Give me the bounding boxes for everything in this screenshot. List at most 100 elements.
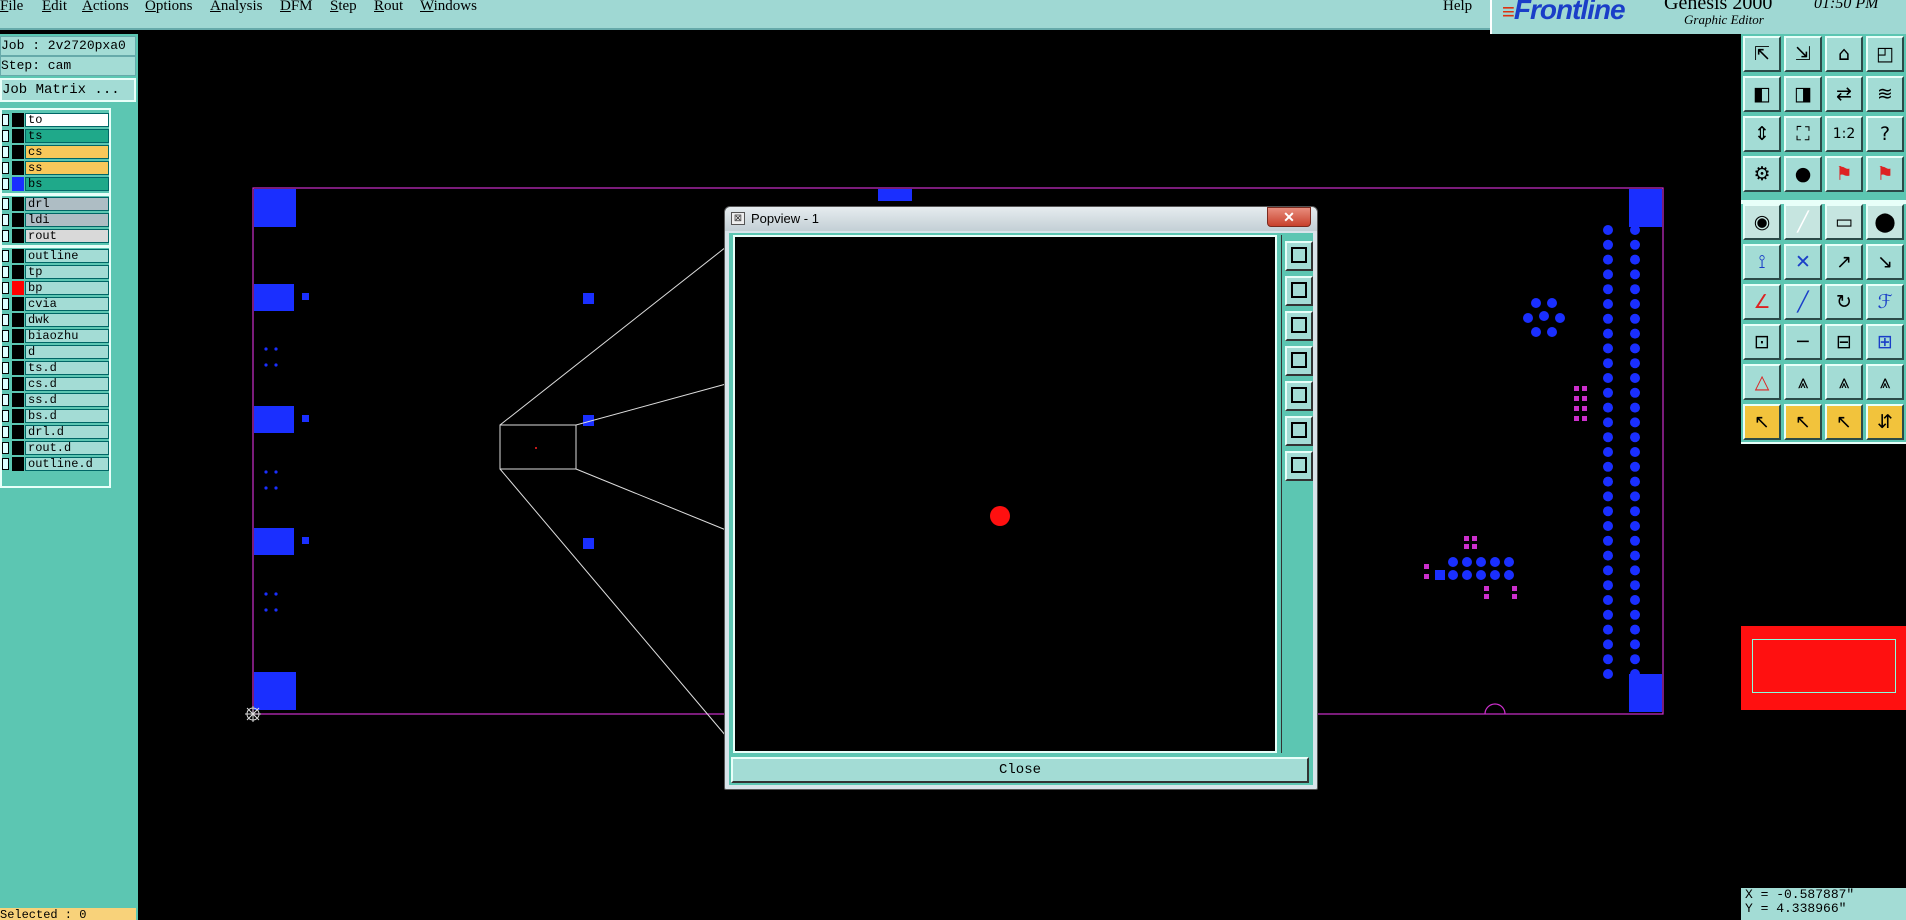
layer-name[interactable]: ss bbox=[25, 161, 109, 175]
menu-analysis[interactable]: Analysis bbox=[210, 0, 263, 14]
slash-button[interactable]: ╱ bbox=[1784, 284, 1822, 320]
layer-name[interactable]: ldi bbox=[25, 213, 109, 227]
zoom-in-button[interactable]: ⇲ bbox=[1784, 36, 1822, 72]
layer-checkbox[interactable] bbox=[2, 282, 9, 294]
close-icon[interactable]: ✕ bbox=[1267, 207, 1311, 227]
layer-name[interactable]: bs.d bbox=[25, 409, 109, 423]
snap-button[interactable]: ≋ bbox=[1866, 76, 1904, 112]
ratio-button[interactable]: 1:2 bbox=[1825, 116, 1863, 152]
menu-windows[interactable]: Windows bbox=[420, 0, 477, 14]
layer-name[interactable]: bs bbox=[25, 177, 109, 191]
layer-checkbox[interactable] bbox=[2, 346, 9, 358]
layer-name[interactable]: biaozhu bbox=[25, 329, 109, 343]
layer-row[interactable]: drl.d bbox=[2, 424, 110, 440]
layer-checkbox[interactable] bbox=[2, 230, 9, 242]
layer-row[interactable]: cs bbox=[2, 144, 110, 160]
pan-right-icon[interactable] bbox=[1285, 381, 1313, 411]
fit-all-icon[interactable] bbox=[1285, 416, 1313, 446]
layer-name[interactable]: d bbox=[25, 345, 109, 359]
zoom-out-icon[interactable] bbox=[1285, 311, 1313, 341]
pad-button[interactable]: ◉ bbox=[1743, 204, 1781, 240]
triangle-button[interactable]: △ bbox=[1743, 364, 1781, 400]
circle-button[interactable]: ⬤ bbox=[1866, 204, 1904, 240]
layer-row[interactable]: d bbox=[2, 344, 110, 360]
layer-name[interactable]: ts bbox=[25, 129, 109, 143]
layer-name[interactable]: outline.d bbox=[25, 457, 109, 471]
popview-titlebar[interactable]: ⊠ Popview - 1 ✕ bbox=[725, 207, 1317, 231]
close-button[interactable]: Close bbox=[731, 757, 1309, 783]
overview-view-frame[interactable] bbox=[1752, 639, 1896, 693]
layer-checkbox[interactable] bbox=[2, 378, 9, 390]
layer-name[interactable]: dwk bbox=[25, 313, 109, 327]
layer-color-swatch[interactable] bbox=[12, 313, 24, 327]
layer-color-swatch[interactable] bbox=[12, 265, 24, 279]
layer-color-swatch[interactable] bbox=[12, 297, 24, 311]
layer-checkbox[interactable] bbox=[2, 250, 9, 262]
zoom-home-button[interactable]: ⇱ bbox=[1743, 36, 1781, 72]
layer-color-swatch[interactable] bbox=[12, 177, 24, 191]
layer-name[interactable]: outline bbox=[25, 249, 109, 263]
layer-row[interactable]: ss.d bbox=[2, 392, 110, 408]
minus-button[interactable]: ─ bbox=[1784, 324, 1822, 360]
copy-button[interactable]: ↘ bbox=[1866, 244, 1904, 280]
layer-color-swatch[interactable] bbox=[12, 249, 24, 263]
peak-button[interactable]: ⩓ bbox=[1784, 364, 1822, 400]
layer-name[interactable]: drl.d bbox=[25, 425, 109, 439]
peak3-button[interactable]: ⩓ bbox=[1866, 364, 1904, 400]
layer-checkbox[interactable] bbox=[2, 330, 9, 342]
layer-color-swatch[interactable] bbox=[12, 161, 24, 175]
help-button[interactable]: ? bbox=[1866, 116, 1904, 152]
resize-button[interactable]: ⊡ bbox=[1743, 324, 1781, 360]
menu-help[interactable]: Help bbox=[1443, 0, 1472, 14]
layer-color-swatch[interactable] bbox=[12, 145, 24, 159]
layer-color-swatch[interactable] bbox=[12, 213, 24, 227]
fit-all-button[interactable]: ⛶ bbox=[1784, 116, 1822, 152]
job-matrix-button[interactable]: Job Matrix ... bbox=[0, 78, 136, 102]
menu-file[interactable]: File bbox=[0, 0, 23, 14]
layer-color-swatch[interactable] bbox=[12, 457, 24, 471]
measure-button[interactable]: ⚙ bbox=[1743, 156, 1781, 192]
layer-checkbox[interactable] bbox=[2, 178, 9, 190]
layer-row[interactable]: ss bbox=[2, 160, 110, 176]
delete-button[interactable]: ✕ bbox=[1784, 244, 1822, 280]
angle-button[interactable]: ∠ bbox=[1743, 284, 1781, 320]
move-button[interactable]: ↗ bbox=[1825, 244, 1863, 280]
layer-color-swatch[interactable] bbox=[12, 441, 24, 455]
layer-checkbox[interactable] bbox=[2, 458, 9, 470]
zoom-home-icon[interactable] bbox=[1285, 451, 1313, 481]
layer-row[interactable]: bs.d bbox=[2, 408, 110, 424]
net-button[interactable]: ⟟ bbox=[1743, 244, 1781, 280]
layer-checkbox[interactable] bbox=[2, 162, 9, 174]
layer-row[interactable]: dwk bbox=[2, 312, 110, 328]
pan-left-button[interactable]: ◧ bbox=[1743, 76, 1781, 112]
menu-rout[interactable]: Rout bbox=[374, 0, 403, 14]
layer-row[interactable]: cs.d bbox=[2, 376, 110, 392]
menu-actions[interactable]: Actions bbox=[82, 0, 129, 14]
select-box-button[interactable]: ↖ bbox=[1784, 404, 1822, 440]
layer-row[interactable]: bs bbox=[2, 176, 110, 192]
layer-color-swatch[interactable] bbox=[12, 425, 24, 439]
layer-color-swatch[interactable] bbox=[12, 409, 24, 423]
layer-name[interactable]: cvia bbox=[25, 297, 109, 311]
layer-row[interactable]: drl bbox=[2, 196, 110, 212]
layer-row[interactable]: tp bbox=[2, 264, 110, 280]
layer-checkbox[interactable] bbox=[2, 394, 9, 406]
layer-name[interactable]: cs.d bbox=[25, 377, 109, 391]
layer-row[interactable]: rout bbox=[2, 228, 110, 244]
layer-checkbox[interactable] bbox=[2, 298, 9, 310]
layer-color-swatch[interactable] bbox=[12, 113, 24, 127]
layer-checkbox[interactable] bbox=[2, 114, 9, 126]
select-cursor-button[interactable]: ↖ bbox=[1825, 404, 1863, 440]
layer-row[interactable]: cvia bbox=[2, 296, 110, 312]
split-button[interactable]: ⊟ bbox=[1825, 324, 1863, 360]
layer-name[interactable]: bp bbox=[25, 281, 109, 295]
layer-checkbox[interactable] bbox=[2, 442, 9, 454]
layer-checkbox[interactable] bbox=[2, 314, 9, 326]
overview-panel[interactable] bbox=[1741, 442, 1906, 920]
layer-row[interactable]: outline.d bbox=[2, 456, 110, 472]
line-button[interactable]: ╱ bbox=[1784, 204, 1822, 240]
select-button[interactable]: ↖ bbox=[1743, 404, 1781, 440]
pan-right-button[interactable]: ◨ bbox=[1784, 76, 1822, 112]
layer-checkbox[interactable] bbox=[2, 146, 9, 158]
layer-name[interactable]: cs bbox=[25, 145, 109, 159]
